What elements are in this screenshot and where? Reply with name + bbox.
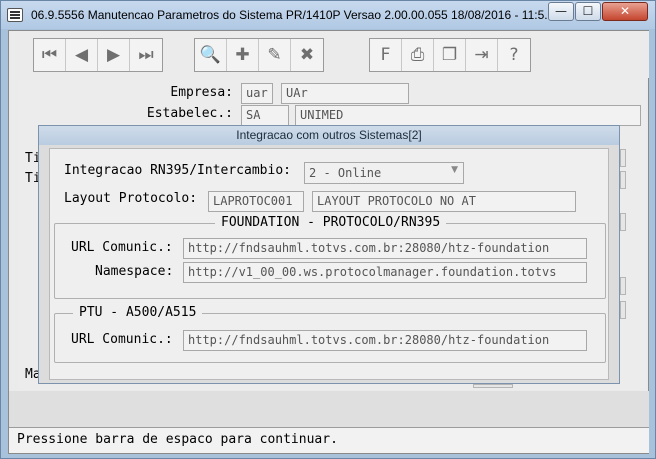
ptu-group-title: PTU - A500/A515 — [73, 305, 203, 320]
namespace-label: Namespace: — [95, 264, 174, 279]
hidden-field-edge — [620, 171, 626, 189]
first-record-button[interactable]: ⏮ — [34, 39, 66, 71]
estabelec-name-field[interactable]: UNIMED — [295, 105, 641, 126]
help-icon: ? — [509, 45, 519, 65]
window-title: 06.9.5556 Manutencao Parametros do Siste… — [31, 8, 551, 22]
integracao-select[interactable]: 2 - Online ▼ — [304, 162, 464, 184]
help-button[interactable]: ? — [498, 39, 530, 71]
chevron-down-icon: ▼ — [451, 165, 458, 175]
previous-record-icon: ◀ — [74, 45, 89, 65]
go-to-icon: 🔍 — [199, 45, 222, 65]
filter-button[interactable]: F — [370, 39, 402, 71]
go-to-button[interactable]: 🔍 — [195, 39, 227, 71]
delete-record-button[interactable]: ✖ — [291, 39, 323, 71]
edit-toolbar-group: 🔍 ✚ ✎ ✖ — [194, 38, 324, 72]
close-icon: ✕ — [619, 4, 631, 18]
integracao-value: 2 - Online — [309, 166, 382, 180]
hidden-field-edge — [620, 149, 626, 167]
hidden-field-edge — [620, 277, 626, 295]
modify-record-button[interactable]: ✎ — [259, 39, 291, 71]
dialog-body: Integracao RN395/Intercambio: 2 - Online… — [49, 148, 609, 380]
ptu-url-field[interactable]: http://fndsauhml.totvs.com.br:28080/htz-… — [183, 330, 587, 351]
foundation-url-label: URL Comunic.: — [71, 240, 173, 255]
app-icon — [7, 8, 23, 22]
foundation-url-field[interactable]: http://fndsauhml.totvs.com.br:28080/htz-… — [183, 238, 587, 259]
modify-record-icon: ✎ — [267, 45, 282, 65]
title-bar[interactable]: 06.9.5556 Manutencao Parametros do Siste… — [1, 1, 655, 29]
empresa-code-field[interactable]: uar — [241, 83, 273, 104]
empresa-label: Empresa: — [170, 85, 233, 100]
ptu-url-label: URL Comunic.: — [71, 332, 173, 347]
bottom-panel — [9, 391, 649, 427]
next-record-icon: ▶ — [106, 45, 121, 65]
misc-toolbar-group: F ⎙ ❐ ⇥ ? — [369, 38, 531, 72]
maximize-button[interactable]: ☐ — [575, 2, 601, 21]
layout-code-field[interactable]: LAPROTOC001 — [208, 191, 304, 212]
add-record-button[interactable]: ✚ — [227, 39, 259, 71]
hidden-field-edge — [620, 213, 626, 231]
layout-desc-field[interactable]: LAYOUT PROTOCOLO NO AT — [312, 191, 576, 212]
copy-icon: ❐ — [441, 45, 458, 65]
minimize-button[interactable]: — — [548, 2, 574, 21]
filter-icon: F — [380, 45, 391, 65]
dialog-title[interactable]: Integracao com outros Sistemas[2] — [39, 126, 619, 145]
copy-button[interactable]: ❐ — [434, 39, 466, 71]
status-bar: Pressione barra de espaco para continuar… — [9, 427, 649, 453]
integracao-label: Integracao RN395/Intercambio: — [64, 163, 291, 178]
next-record-button[interactable]: ▶ — [98, 39, 130, 71]
add-record-icon: ✚ — [235, 45, 250, 65]
namespace-field[interactable]: http://v1_00_00.ws.protocolmanager.found… — [183, 262, 587, 283]
previous-record-button[interactable]: ◀ — [66, 39, 98, 71]
hidden-field-edge — [620, 301, 626, 319]
last-record-icon: ⏭ — [138, 45, 154, 65]
delete-record-icon: ✖ — [299, 45, 315, 65]
application-window: 06.9.5556 Manutencao Parametros do Siste… — [0, 0, 656, 459]
empresa-name-field[interactable]: UAr — [281, 83, 409, 104]
foundation-groupbox: FOUNDATION - PROTOCOLO/RN395 URL Comunic… — [54, 215, 606, 299]
close-button[interactable]: ✕ — [602, 2, 648, 21]
hidden-field-edge — [473, 384, 513, 388]
integration-dialog: Integracao com outros Sistemas[2] Integr… — [38, 125, 620, 384]
first-record-icon: ⏮ — [41, 45, 58, 65]
maximize-icon: ☐ — [582, 4, 594, 18]
print-icon: ⎙ — [410, 45, 425, 65]
print-button[interactable]: ⎙ — [402, 39, 434, 71]
estabelec-label: Estabelec.: — [146, 106, 233, 121]
estabelec-code-field[interactable]: SA — [241, 105, 289, 126]
toolbar: ⏮ ◀ ▶ ⏭ 🔍 ✚ ✎ ✖ F ⎙ ❐ ⇥ ? — [9, 31, 649, 78]
last-record-button[interactable]: ⏭ — [130, 39, 162, 71]
minimize-icon: — — [555, 4, 567, 18]
foundation-group-title: FOUNDATION - PROTOCOLO/RN395 — [215, 215, 447, 230]
ptu-groupbox: PTU - A500/A515 URL Comunic.: http://fnd… — [54, 305, 606, 363]
exit-icon: ⇥ — [474, 45, 489, 65]
exit-button[interactable]: ⇥ — [466, 39, 498, 71]
layout-protocolo-label: Layout Protocolo: — [64, 191, 198, 206]
navigation-toolbar-group: ⏮ ◀ ▶ ⏭ — [33, 38, 163, 72]
status-message: Pressione barra de espaco para continuar… — [17, 432, 338, 447]
